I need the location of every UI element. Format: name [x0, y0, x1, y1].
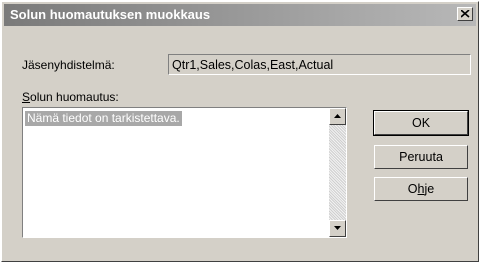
scroll-up-arrow-icon — [334, 114, 341, 118]
help-label-first: O — [407, 182, 418, 196]
cell-note-textarea[interactable]: Nämä tiedot on tarkistettava. — [22, 107, 347, 238]
scroll-up-button[interactable] — [329, 108, 346, 125]
dialog-title: Solun huomautuksen muokkaus — [10, 7, 211, 22]
member-combination-field: Qtr1,Sales,Colas,East,Actual — [168, 54, 471, 75]
scroll-down-arrow-icon — [334, 226, 341, 230]
cell-note-label-rest: olun huomautus: — [30, 90, 119, 104]
ok-button[interactable]: OK — [373, 110, 469, 136]
title-bar[interactable]: Solun huomautuksen muokkaus — [4, 4, 476, 26]
cell-note-label-mnemonic: S — [22, 90, 31, 104]
member-combination-label: Jäsenyhdistelmä: — [22, 58, 115, 72]
cell-note-label: Solun huomautus: — [22, 90, 119, 104]
vertical-scrollbar[interactable] — [329, 108, 346, 237]
close-icon — [461, 10, 470, 18]
note-edit-dialog: Solun huomautuksen muokkaus Jäsenyhdiste… — [1, 1, 479, 262]
scroll-down-button[interactable] — [329, 220, 346, 237]
cell-note-text: Nämä tiedot on tarkistettava. — [25, 111, 182, 126]
close-button[interactable] — [457, 7, 473, 21]
help-button[interactable]: Ohje — [374, 177, 468, 201]
cancel-button[interactable]: Peruuta — [374, 145, 468, 169]
help-label-rest: je — [424, 182, 435, 196]
